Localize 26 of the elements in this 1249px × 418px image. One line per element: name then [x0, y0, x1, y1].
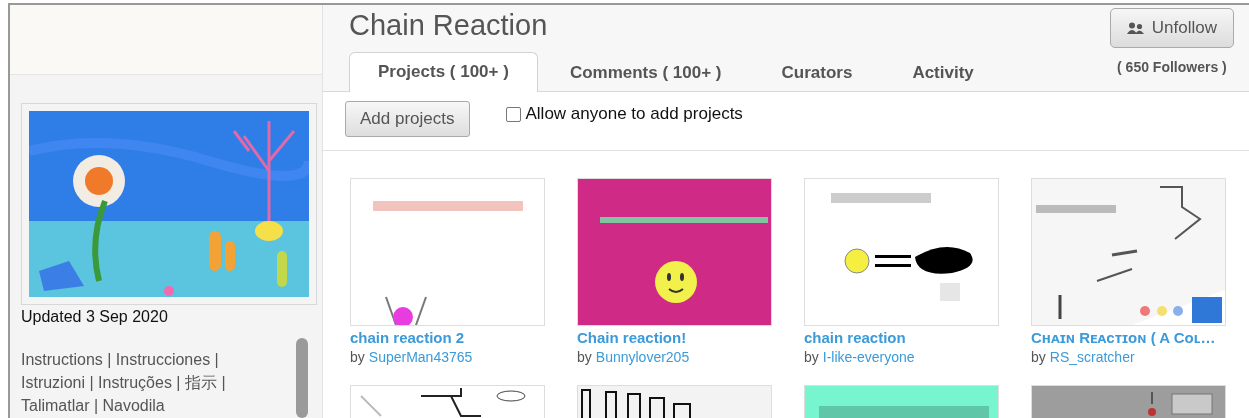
tab[interactable]: Projects ( 100+ ): [349, 52, 538, 92]
tab[interactable]: Comments ( 100+ ): [541, 53, 750, 92]
tab[interactable]: Activity: [884, 53, 1002, 92]
checkbox-label: Allow anyone to add projects: [525, 104, 743, 124]
studio-title: Chain Reaction: [349, 8, 549, 42]
project-title-link[interactable]: chain reaction 2: [350, 329, 545, 346]
people-icon: [1126, 22, 1145, 34]
author-link[interactable]: RS_scratcher: [1049, 349, 1135, 365]
by-label: by: [1031, 349, 1046, 365]
updated-date: Updated 3 Sep 2020: [21, 308, 169, 326]
author-link[interactable]: I-like-everyone: [822, 349, 915, 365]
scrollbar-thumb[interactable]: [296, 338, 308, 418]
followers-count: ( 650 Followers ): [1117, 59, 1227, 75]
project-title-link[interactable]: Cʜᴀɪɴ Rᴇᴀᴄᴛɪᴏɴ ( A Cᴏʟ…: [1031, 329, 1226, 346]
author-link[interactable]: Bunnylover205: [595, 349, 690, 365]
add-projects-button[interactable]: Add projects: [345, 101, 470, 137]
project-title-link[interactable]: Chain reaction!: [577, 329, 772, 346]
author-link[interactable]: SuperMan43765: [368, 349, 473, 365]
unfollow-button[interactable]: Unfollow: [1109, 8, 1234, 48]
by-label: by: [350, 349, 365, 365]
description-text: Instructions | Instrucciones | Istruzioni | Instruções | 指示 | Talimatlar | Navodila: [21, 350, 227, 416]
by-label: by: [577, 349, 592, 365]
checkbox[interactable]: [505, 106, 521, 122]
project-title-link[interactable]: chain reaction: [804, 329, 999, 346]
by-label: by: [804, 349, 819, 365]
tab[interactable]: Curators: [753, 53, 881, 92]
